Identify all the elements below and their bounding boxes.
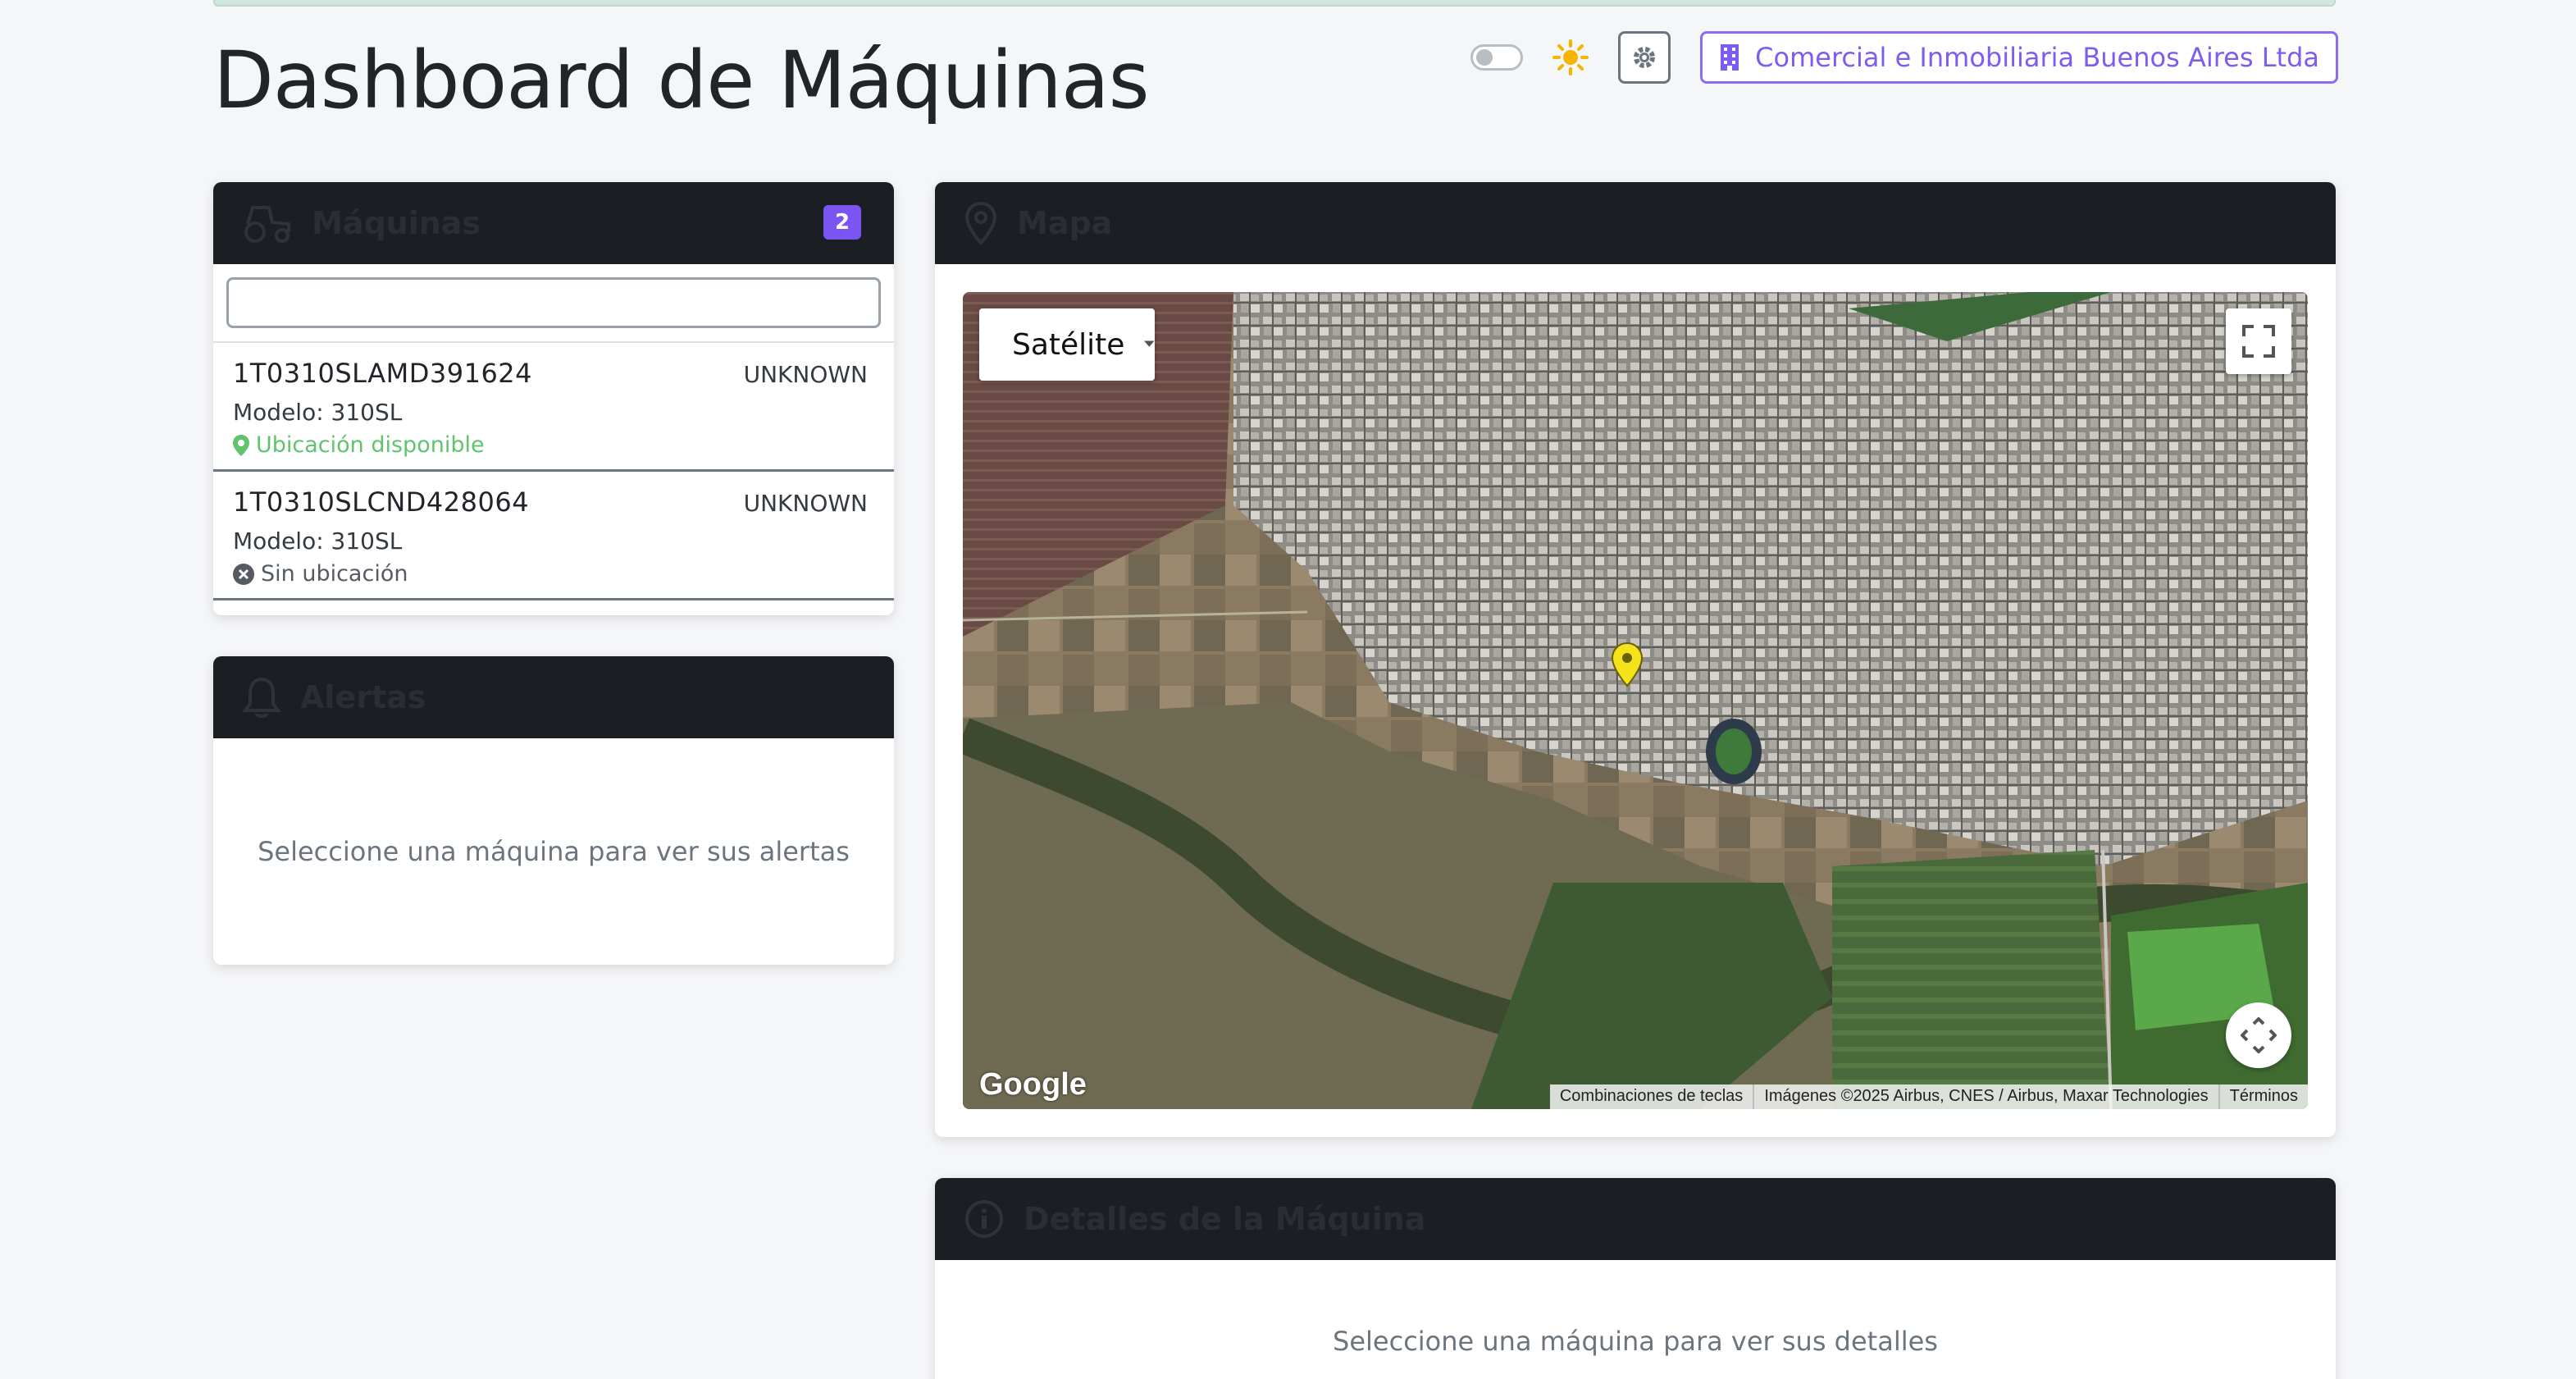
machine-search-input[interactable] [226, 277, 881, 328]
machine-location-status: Sin ubicación [233, 561, 868, 587]
map-type-label: Satélite [1012, 327, 1125, 362]
fullscreen-icon [2242, 325, 2275, 358]
map-pin-icon [233, 434, 249, 456]
settings-button[interactable] [1618, 31, 1671, 84]
header-toolbar: Comercial e Inmobiliaria Buenos Aires Lt… [1470, 31, 2338, 84]
keyboard-shortcuts-link[interactable]: Combinaciones de teclas [1550, 1084, 1753, 1109]
sun-icon[interactable] [1552, 39, 1589, 75]
map-card-header: Mapa [935, 182, 2336, 264]
map-attribution: Combinaciones de teclas Imágenes ©2025 A… [1549, 1084, 2308, 1109]
machine-status: UNKNOWN [743, 490, 868, 517]
machine-list-item[interactable]: 1T0310SLCND428064 UNKNOWN Modelo: 310SL … [213, 472, 894, 600]
caret-down-icon [1144, 340, 1155, 347]
company-selector-button[interactable]: Comercial e Inmobiliaria Buenos Aires Lt… [1700, 31, 2338, 84]
machine-model: Modelo: 310SL [233, 527, 403, 555]
machine-count-badge: 2 [823, 205, 861, 240]
map-card: Mapa Satélite Google Combinaciones de te… [935, 182, 2336, 1137]
gear-icon [1634, 47, 1656, 68]
details-empty-text: Seleccione una máquina para ver sus deta… [1333, 1326, 1938, 1357]
pan-arrows-icon [2241, 1017, 2277, 1053]
map-card-title: Mapa [1017, 205, 1113, 241]
top-alert-strip [213, 0, 2336, 7]
terms-link[interactable]: Términos [2218, 1084, 2308, 1109]
alerts-empty-text: Seleccione una máquina para ver sus aler… [258, 836, 850, 867]
machine-map-marker[interactable] [1611, 642, 1644, 691]
machine-status: UNKNOWN [743, 361, 868, 388]
page-title: Dashboard de Máquinas [213, 34, 1150, 126]
details-card-header: Detalles de la Máquina [935, 1178, 2336, 1260]
company-name: Comercial e Inmobiliaria Buenos Aires Lt… [1755, 42, 2319, 73]
building-icon [1721, 44, 1739, 71]
satellite-map[interactable]: Satélite Google Combinaciones de teclas [963, 292, 2308, 1109]
alerts-card-header: Alertas [213, 656, 894, 738]
camera-control-button[interactable] [2226, 1002, 2291, 1068]
machine-search-wrap [213, 264, 894, 343]
details-card: Detalles de la Máquina Seleccione una má… [935, 1178, 2336, 1379]
machine-location-status: Ubicación disponible [233, 432, 868, 458]
details-card-title: Detalles de la Máquina [1024, 1201, 1426, 1237]
machine-location-label: Ubicación disponible [256, 432, 485, 458]
map-type-selector[interactable]: Satélite [979, 308, 1155, 381]
google-logo: Google [979, 1067, 1087, 1102]
info-icon [965, 1200, 1003, 1238]
machines-card-title: Máquinas [312, 205, 481, 241]
x-circle-icon [233, 563, 254, 585]
machine-list-item[interactable]: 1T0310SLAMD391624 UNKNOWN Modelo: 310SL … [213, 343, 894, 472]
bell-icon [243, 677, 280, 718]
alerts-card-title: Alertas [300, 679, 426, 715]
imagery-credit: Imágenes ©2025 Airbus, CNES / Airbus, Ma… [1753, 1084, 2218, 1109]
map-pin-icon [964, 202, 997, 244]
machine-model: Modelo: 310SL [233, 399, 403, 426]
machines-card-header: Máquinas 2 [213, 182, 894, 264]
alerts-card: Alertas Seleccione una máquina para ver … [213, 656, 894, 965]
fullscreen-button[interactable] [2226, 308, 2291, 374]
machines-card: Máquinas 2 1T0310SLAMD391624 UNKNOWN Mod… [213, 182, 894, 615]
tractor-icon [244, 206, 290, 243]
theme-toggle[interactable] [1470, 44, 1524, 71]
machine-location-label: Sin ubicación [261, 561, 408, 587]
